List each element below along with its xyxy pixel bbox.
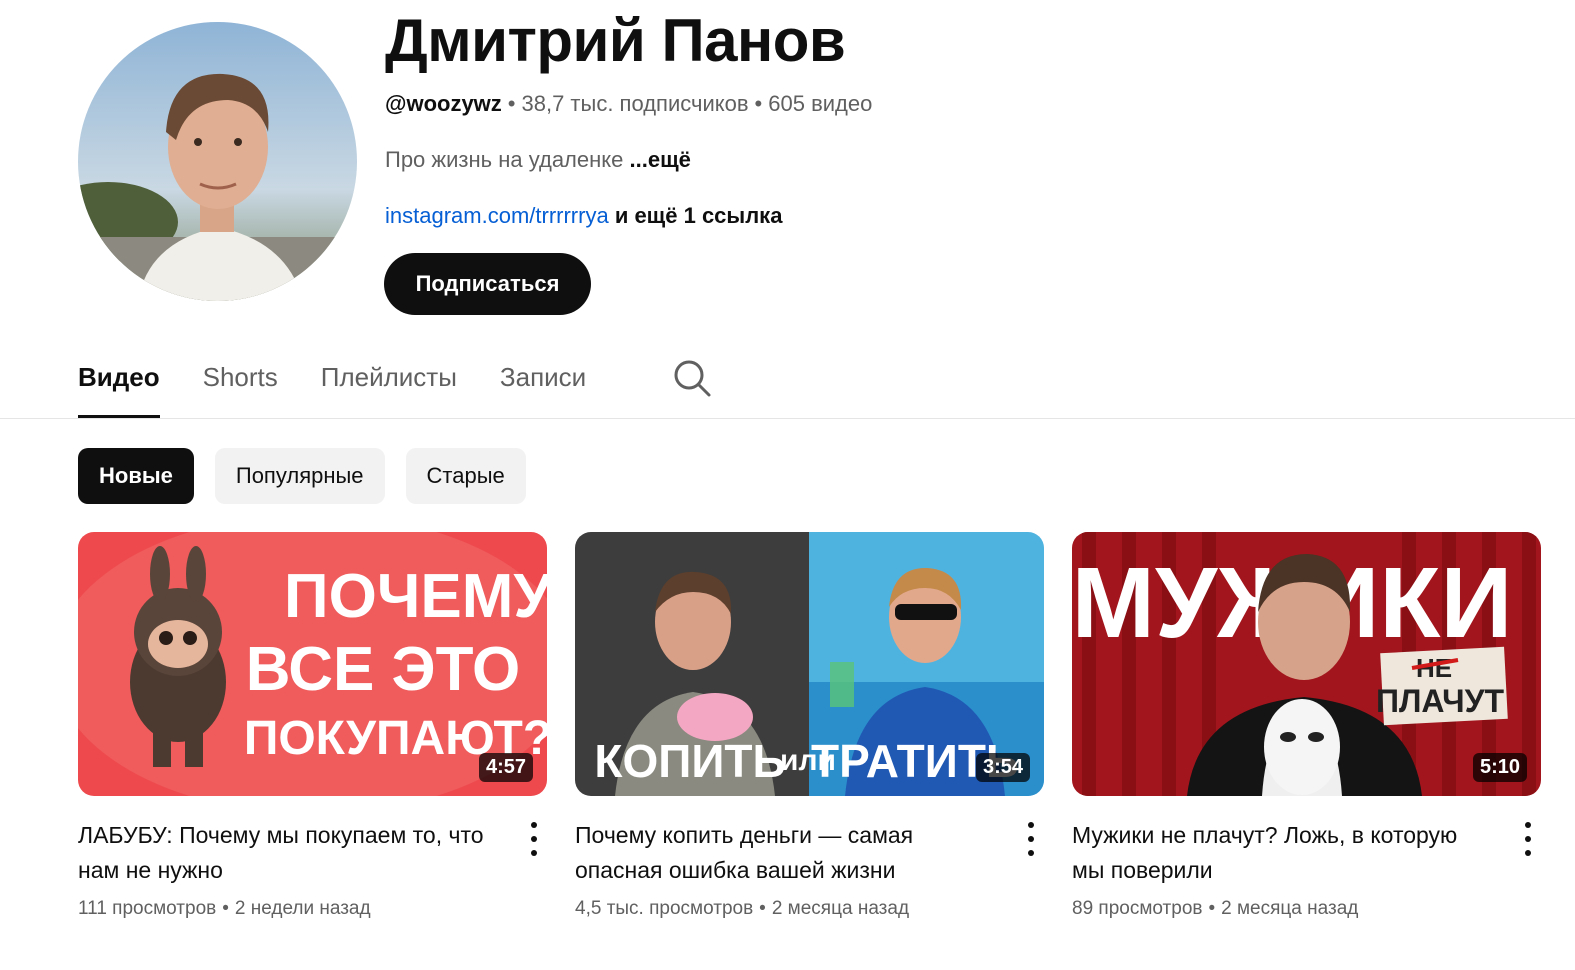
avatar-image [78,22,357,301]
thumb-text: ПОЧЕМУ [284,562,547,631]
more-links-button[interactable]: и ещё 1 ссылка [615,203,783,228]
tab-posts[interactable]: Записи [500,340,586,418]
separator-dot: • [1208,898,1216,919]
tabs-divider [0,418,1575,419]
more-vert-icon[interactable] [1024,822,1038,856]
video-thumbnail[interactable]: КОПИТЬ или ТРАТИТЬ 3:54 [575,532,1044,796]
video-card[interactable]: ПОЧЕМУ ВСЕ ЭТО ПОКУПАЮТ? 4:57 ЛАБУБУ: По… [78,532,547,920]
video-meta: 4,5 тыс. просмотров • 2 месяца назад [575,898,1044,920]
channel-tabs: Видео Shorts Плейлисты Записи [78,340,629,418]
description-more-link[interactable]: ...ещё [630,147,691,172]
upload-age: 2 месяца назад [1221,898,1359,919]
search-icon[interactable] [672,358,712,398]
view-count: 89 просмотров [1072,898,1203,919]
subscribe-button[interactable]: Подписаться [384,253,591,315]
subscriber-count: 38,7 тыс. подписчиков [521,91,749,116]
tab-playlists[interactable]: Плейлисты [321,340,457,418]
channel-description[interactable]: Про жизнь на удаленке ...ещё [385,146,691,174]
upload-age: 2 недели назад [234,898,371,919]
thumb-text: КОПИТЬ [594,735,785,787]
video-meta: 111 просмотров • 2 недели назад [78,898,547,920]
separator-dot: • [507,91,516,116]
sort-chips: Новые Популярные Старые [78,448,547,504]
video-title[interactable]: Мужики не плачут? Ложь, в которую мы пов… [1072,818,1492,888]
thumb-text: ВСЕ ЭТО [246,635,520,704]
video-title[interactable]: ЛАБУБУ: Почему мы покупаем то, что нам н… [78,818,498,888]
video-card[interactable]: МУЖИКИ НЕ ПЛАЧУТ 5:10 Мужики не плачут? … [1072,532,1541,920]
tab-shorts[interactable]: Shorts [203,340,278,418]
video-thumbnail[interactable]: МУЖИКИ НЕ ПЛАЧУТ 5:10 [1072,532,1541,796]
video-meta: 89 просмотров • 2 месяца назад [1072,898,1541,920]
separator-dot: • [222,898,229,919]
tab-videos[interactable]: Видео [78,340,160,418]
more-vert-icon[interactable] [527,822,541,856]
channel-links: instagram.com/trrrrrrya и ещё 1 ссылка [385,202,782,230]
thumbnail-image: ПОЧЕМУ ВСЕ ЭТО ПОКУПАЮТ? [78,532,547,796]
view-count: 111 просмотров [78,898,217,919]
chip-newest[interactable]: Новые [78,448,194,504]
video-duration: 3:54 [975,753,1030,782]
thumbnail-image: КОПИТЬ или ТРАТИТЬ [575,532,1044,796]
video-thumbnail[interactable]: ПОЧЕМУ ВСЕ ЭТО ПОКУПАЮТ? 4:57 [78,532,547,796]
upload-age: 2 месяца назад [771,898,910,919]
view-count: 4,5 тыс. просмотров [575,898,754,919]
video-duration: 5:10 [1472,753,1527,782]
channel-name: Дмитрий Панов [385,7,846,74]
video-card[interactable]: КОПИТЬ или ТРАТИТЬ 3:54 Почему копить де… [575,532,1044,920]
instagram-link[interactable]: instagram.com/trrrrrrya [385,203,609,228]
chip-oldest[interactable]: Старые [405,448,526,504]
video-duration: 4:57 [478,753,533,782]
video-count: 605 видео [768,91,873,116]
separator-dot: • [759,898,766,919]
description-text: Про жизнь на удаленке [385,147,624,172]
thumbnail-image: МУЖИКИ НЕ ПЛАЧУТ [1072,532,1541,796]
thumb-text: ПЛАЧУТ [1376,683,1505,719]
more-vert-icon[interactable] [1521,822,1535,856]
channel-handle: @woozywz [385,91,502,116]
separator-dot: • [754,91,763,116]
chip-popular[interactable]: Популярные [214,448,385,504]
channel-avatar [78,22,357,301]
channel-meta: @woozywz • 38,7 тыс. подписчиков • 605 видео [385,90,872,118]
video-title[interactable]: Почему копить деньги — самая опасная оши… [575,818,995,888]
